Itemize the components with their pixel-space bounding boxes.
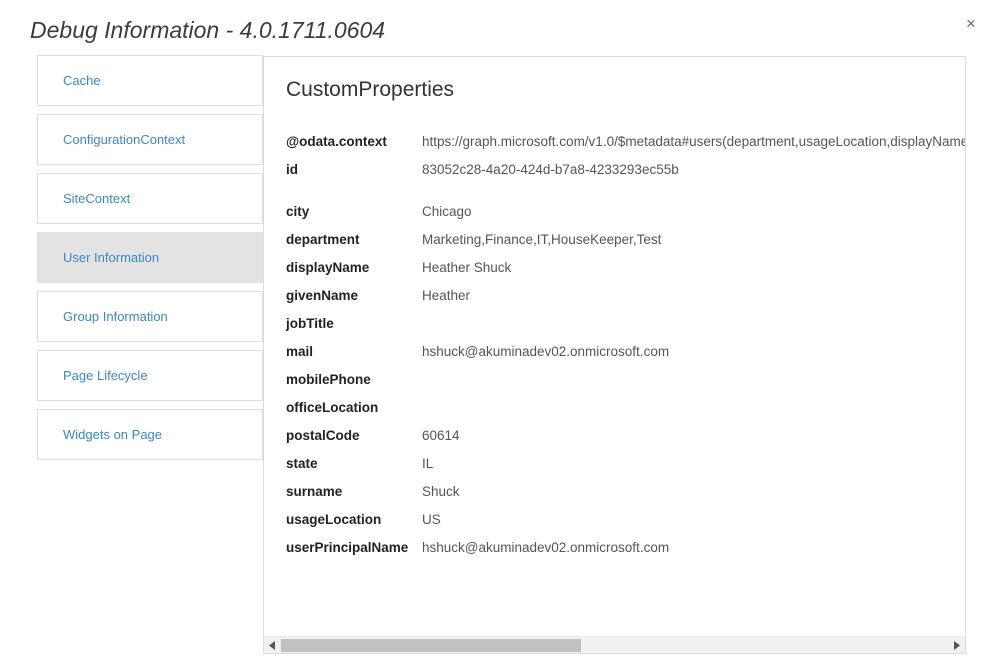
property-value: Heather Shuck <box>422 260 512 275</box>
property-row: city Chicago <box>286 198 965 226</box>
property-row: givenName Heather <box>286 282 965 310</box>
property-key: userPrincipalName <box>286 540 409 555</box>
sidebar-item-label: User Information <box>63 250 160 265</box>
property-row: jobTitle <box>286 310 965 338</box>
property-row: id 83052c28-4a20-424d-b7a8-4233293ec55b <box>286 156 965 184</box>
horizontal-scrollbar[interactable] <box>264 636 965 653</box>
sidebar-item-widgets-on-page[interactable]: Widgets on Page <box>37 409 263 460</box>
sidebar: Cache ConfigurationContext SiteContext User… <box>37 55 263 468</box>
scroll-left-arrow-icon[interactable] <box>264 636 281 653</box>
property-value: Heather <box>422 288 471 303</box>
dialog-title-bar: Debug Information - 4.0.1711.0604 × <box>0 0 996 56</box>
property-row: officeLocation <box>286 394 965 422</box>
property-row: mail hshuck@akuminadev02.onmicrosoft.com <box>286 338 965 366</box>
page-title: Debug Information - 4.0.1711.0604 <box>30 17 386 43</box>
property-value: US <box>422 512 441 527</box>
content-panel: CustomProperties @odata.context https://g… <box>263 56 966 654</box>
property-key: usageLocation <box>286 512 382 527</box>
sidebar-item-label: ConfigurationContext <box>63 132 186 147</box>
property-value: Shuck <box>422 484 460 499</box>
property-key: @odata.context <box>286 134 387 149</box>
property-key: jobTitle <box>286 316 334 331</box>
property-row: mobilePhone <box>286 366 965 394</box>
property-row: @odata.context https://graph.microsoft.co… <box>286 128 966 156</box>
sidebar-item-configurationcontext[interactable]: ConfigurationContext <box>37 114 263 165</box>
sidebar-item-label: Cache <box>63 73 101 88</box>
close-icon[interactable]: × <box>958 10 984 36</box>
sidebar-item-user-information[interactable]: User Information <box>37 232 263 283</box>
scroll-right-arrow-icon[interactable] <box>948 636 965 653</box>
properties-list: @odata.context https://graph.microsoft.co… <box>286 128 966 562</box>
property-row: displayName Heather Shuck <box>286 254 965 282</box>
property-key: city <box>286 204 310 219</box>
property-row: usageLocation US <box>286 506 965 534</box>
sidebar-item-sitecontext[interactable]: SiteContext <box>37 173 263 224</box>
property-value: https://graph.microsoft.com/v1.0/$metada… <box>422 134 966 149</box>
property-key: surname <box>286 484 343 499</box>
property-value: Chicago <box>422 204 472 219</box>
scrollbar-track[interactable] <box>281 636 948 653</box>
property-key: displayName <box>286 260 370 275</box>
property-row: department Marketing,Finance,IT,HouseKeep… <box>286 226 965 254</box>
property-value: hshuck@akuminadev02.onmicrosoft.com <box>422 344 670 359</box>
sidebar-item-label: SiteContext <box>63 191 131 206</box>
sidebar-item-label: Page Lifecycle <box>63 368 148 383</box>
sidebar-item-cache[interactable]: Cache <box>37 55 263 106</box>
property-row: postalCode 60614 <box>286 422 965 450</box>
property-key: officeLocation <box>286 400 379 415</box>
content-scroll-area: CustomProperties @odata.context https://g… <box>264 57 966 637</box>
property-row: state IL <box>286 450 965 478</box>
scrollbar-thumb[interactable] <box>281 638 581 652</box>
debug-information-dialog: Debug Information - 4.0.1711.0604 × Cach… <box>0 0 996 672</box>
property-value: 60614 <box>422 428 460 443</box>
sidebar-item-group-information[interactable]: Group Information <box>37 291 263 342</box>
property-key: mobilePhone <box>286 372 371 387</box>
property-key: givenName <box>286 288 359 303</box>
property-value: IL <box>422 456 434 471</box>
property-value: hshuck@akuminadev02.onmicrosoft.com <box>422 540 670 555</box>
sidebar-item-label: Group Information <box>63 309 168 324</box>
property-key: state <box>286 456 318 471</box>
property-key: mail <box>286 344 314 359</box>
property-row: userPrincipalName hshuck@akuminadev02.onm… <box>286 534 965 562</box>
property-value: 83052c28-4a20-424d-b7a8-4233293ec55b <box>422 162 679 177</box>
sidebar-item-label: Widgets on Page <box>63 427 163 442</box>
property-key: department <box>286 232 360 247</box>
property-key: id <box>286 162 298 177</box>
property-key: postalCode <box>286 428 360 443</box>
section-heading: CustomProperties <box>286 78 455 101</box>
property-value: Marketing,Finance,IT,HouseKeeper,Test <box>422 232 662 247</box>
sidebar-item-page-lifecycle[interactable]: Page Lifecycle <box>37 350 263 401</box>
property-row: surname Shuck <box>286 478 965 506</box>
